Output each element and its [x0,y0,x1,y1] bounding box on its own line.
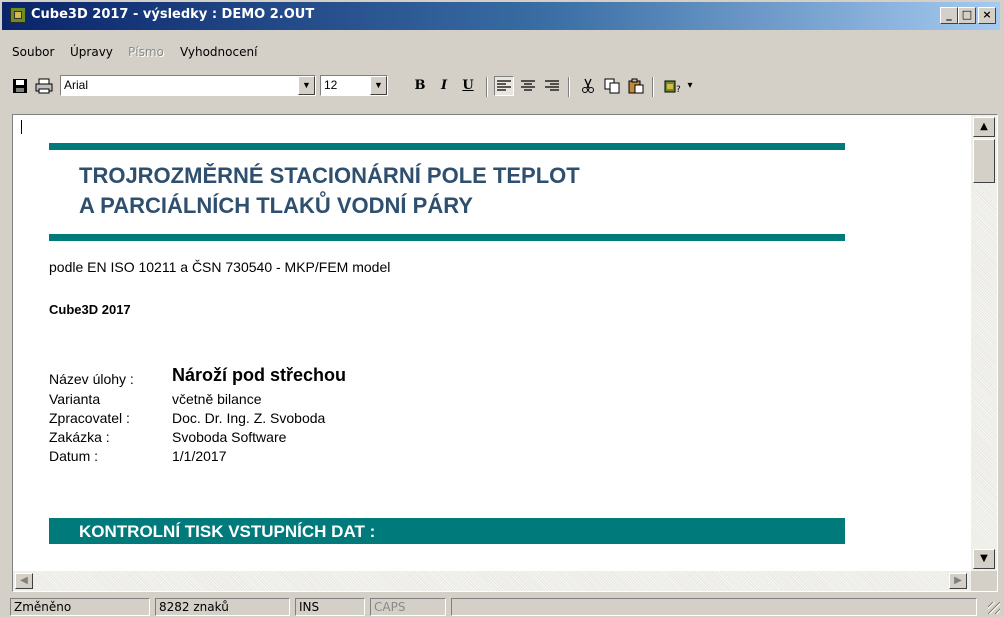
maximize-button[interactable]: □ [958,7,976,24]
toolbar-separator [652,77,654,97]
title-bar[interactable]: Cube3D 2017 - výsledky : DEMO 2.OUT _ □ … [2,2,1000,30]
resize-grip-icon[interactable] [988,602,1000,614]
document-heading-line2: A PARCIÁLNÍCH TLAKŮ VODNÍ PÁRY [79,193,473,218]
standard-reference: podle EN ISO 10211 a ČSN 730540 - MKP/FE… [49,259,391,275]
field-label-order: Zakázka : [49,429,110,445]
window-title: Cube3D 2017 - výsledky : DEMO 2.OUT [31,7,315,22]
field-label-task: Název úlohy : [49,371,134,387]
heading-bottom-rule [49,234,845,241]
field-label-date: Datum : [49,448,99,464]
align-center-icon[interactable] [518,76,538,96]
scroll-right-icon[interactable]: ▶ [949,573,967,589]
font-name-combo[interactable]: Arial ▼ [60,75,316,96]
field-label-variant: Varianta [49,391,101,407]
app-window: Cube3D 2017 - výsledky : DEMO 2.OUT _ □ … [0,0,1004,617]
context-help-dropdown-icon[interactable]: ▾ [684,76,696,96]
field-label-author: Zpracovatel : [49,410,130,426]
print-icon[interactable] [34,76,54,96]
vertical-scroll-thumb[interactable] [973,139,995,183]
toolbar-separator [568,77,570,97]
scroll-down-icon[interactable]: ▼ [973,549,995,569]
section-title: KONTROLNÍ TISK VSTUPNÍCH DAT : [79,522,376,541]
menu-bar: Soubor Úpravy Písmo Vyhodnocení [0,40,1004,62]
status-bar: Změněno 8282 znaků INS CAPS [0,596,1004,617]
field-value-order: Svoboda Software [172,429,287,445]
underline-button[interactable]: U [458,76,478,96]
close-button[interactable]: × [978,7,996,24]
menu-pismo[interactable]: Písmo [128,45,164,59]
status-modified: Změněno [10,598,150,616]
align-left-icon[interactable] [494,76,514,96]
font-name-value: Arial [64,78,89,92]
status-char-count: 8282 znaků [155,598,290,616]
document-area[interactable]: TROJROZMĚRNÉ STACIONÁRNÍ POLE TEPLOT A P… [13,115,971,571]
app-icon[interactable] [10,7,26,23]
font-size-combo[interactable]: 12 ▼ [320,75,388,96]
scrollbar-corner [971,571,997,591]
menu-soubor[interactable]: Soubor [12,45,54,59]
italic-button[interactable]: I [434,76,454,96]
scroll-up-icon[interactable]: ▲ [973,117,995,137]
status-empty-panel [451,598,977,616]
menu-upravy[interactable]: Úpravy [70,45,113,59]
program-name: Cube3D 2017 [49,302,131,317]
vertical-scrollbar[interactable]: ▲ ▼ [971,115,997,571]
font-name-dropdown-icon[interactable]: ▼ [298,76,315,95]
toolbar: Arial ▼ 12 ▼ B I U ? ▾ [0,70,1004,102]
paste-icon[interactable] [626,76,646,96]
cut-icon[interactable] [578,76,598,96]
copy-icon[interactable] [602,76,622,96]
document-frame: TROJROZMĚRNÉ STACIONÁRNÍ POLE TEPLOT A P… [12,114,998,592]
status-ins: INS [295,598,365,616]
context-help-icon[interactable]: ? [660,76,686,96]
scroll-left-icon[interactable]: ◀ [15,573,33,589]
document-heading-line1: TROJROZMĚRNÉ STACIONÁRNÍ POLE TEPLOT [79,163,580,188]
field-value-task: Nároží pod střechou [172,365,347,385]
horizontal-scrollbar[interactable]: ◀ ▶ [13,571,971,591]
heading-top-rule [49,143,845,150]
save-icon[interactable] [10,76,30,96]
toolbar-separator [486,77,488,97]
status-caps: CAPS [370,598,446,616]
minimize-button[interactable]: _ [940,7,958,24]
menu-vyhodnoceni[interactable]: Vyhodnocení [180,45,257,59]
align-right-icon[interactable] [542,76,562,96]
svg-text:?: ? [676,85,681,94]
font-size-value: 12 [324,78,338,92]
bold-button[interactable]: B [410,76,430,96]
field-value-date: 1/1/2017 [172,448,227,464]
field-value-author: Doc. Dr. Ing. Z. Svoboda [172,410,326,426]
field-value-variant: včetně bilance [172,391,262,407]
text-caret [21,120,22,134]
section-header: KONTROLNÍ TISK VSTUPNÍCH DAT : [49,518,845,544]
font-size-dropdown-icon[interactable]: ▼ [370,76,387,95]
